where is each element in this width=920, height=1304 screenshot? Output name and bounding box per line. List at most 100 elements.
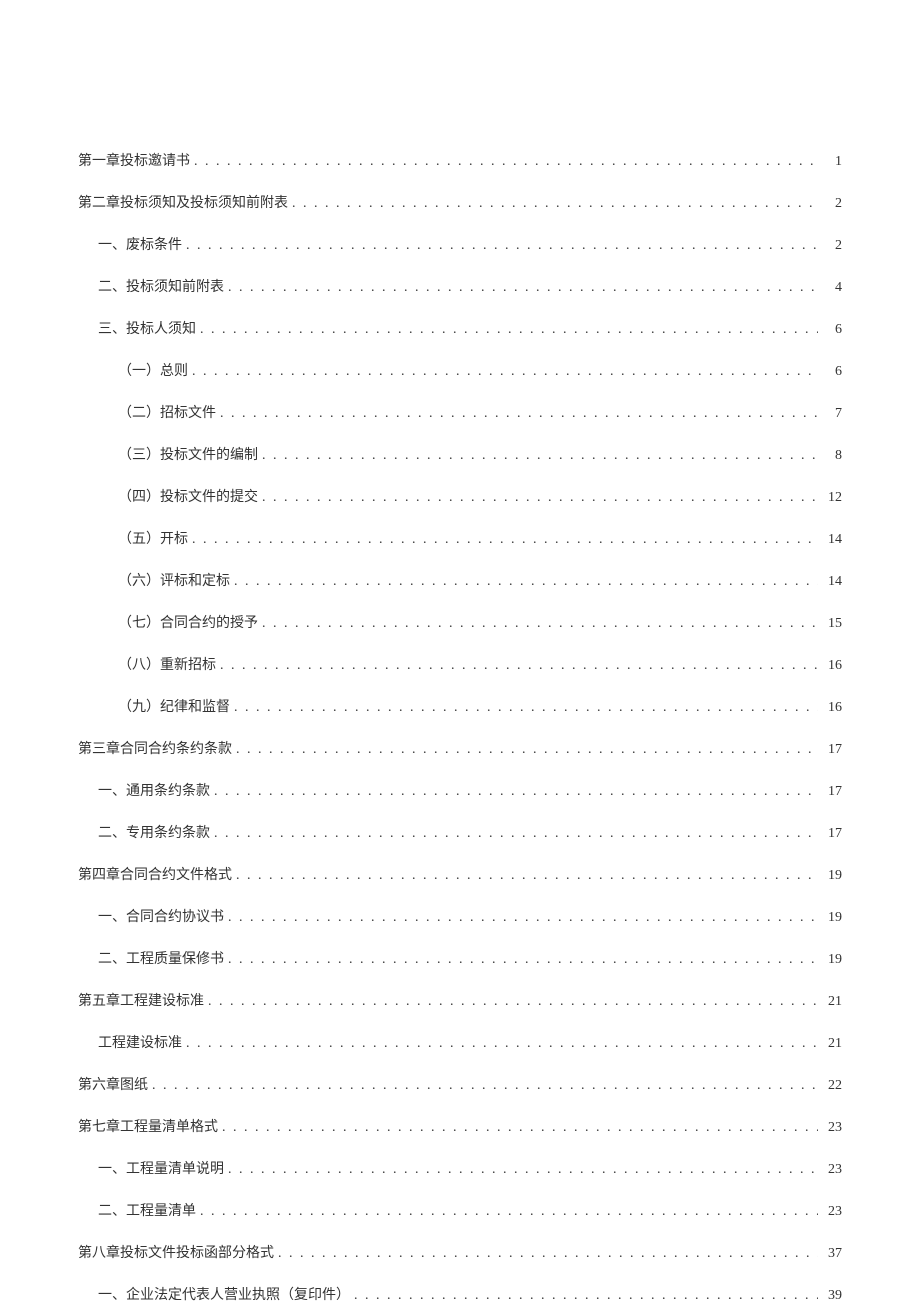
toc-entry-title: 一、合同合约协议书 xyxy=(98,906,224,926)
toc-entry[interactable]: （六）评标和定标 14 xyxy=(78,570,842,590)
toc-leader-dots xyxy=(262,616,818,632)
toc-leader-dots xyxy=(194,154,818,170)
toc-entry[interactable]: 一、废标条件 2 xyxy=(78,234,842,254)
toc-leader-dots xyxy=(262,448,818,464)
toc-entry-page: 23 xyxy=(822,1162,842,1178)
toc-entry[interactable]: 二、投标须知前附表4 xyxy=(78,276,842,296)
toc-entry-title: 第五章工程建设标准 xyxy=(78,990,204,1010)
toc-entry-page: 39 xyxy=(822,1288,842,1304)
toc-entry[interactable]: 三、投标人须知 6 xyxy=(78,318,842,338)
toc-entry-title: （五）开标 xyxy=(118,528,188,548)
toc-entry-title: 二、专用条约条款 xyxy=(98,822,210,842)
toc-entry-page: 16 xyxy=(822,700,842,716)
toc-entry[interactable]: 第一章投标邀请书 1 xyxy=(78,150,842,170)
toc-entry[interactable]: （四）投标文件的提交12 xyxy=(78,486,842,506)
toc-entry-title: 第一章投标邀请书 xyxy=(78,150,190,170)
toc-entry-page: 8 xyxy=(822,448,842,464)
toc-entry[interactable]: 第四章合同合约文件格式 19 xyxy=(78,864,842,884)
toc-entry[interactable]: 工程建设标准21 xyxy=(78,1032,842,1052)
table-of-contents: 第一章投标邀请书 1 第二章投标须知及投标须知前附表 2 一、废标条件 2 二、投标须知前附… xyxy=(78,150,842,1304)
toc-entry-page: 37 xyxy=(822,1246,842,1262)
toc-entry[interactable]: 一、企业法定代表人营业执照（复印件） 39 xyxy=(78,1284,842,1304)
toc-entry[interactable]: （一）总则 6 xyxy=(78,360,842,380)
toc-entry-title: 工程建设标准 xyxy=(98,1032,182,1052)
toc-entry-page: 6 xyxy=(822,364,842,380)
toc-leader-dots xyxy=(220,658,818,674)
toc-leader-dots xyxy=(200,1204,818,1220)
toc-entry-page: 17 xyxy=(822,784,842,800)
toc-leader-dots xyxy=(222,1120,818,1136)
toc-leader-dots xyxy=(292,196,818,212)
toc-entry[interactable]: 一、工程量清单说明 23 xyxy=(78,1158,842,1178)
toc-entry-title: 第三章合同合约条约条款 xyxy=(78,738,232,758)
toc-entry[interactable]: 第二章投标须知及投标须知前附表 2 xyxy=(78,192,842,212)
toc-leader-dots xyxy=(220,406,818,422)
toc-entry[interactable]: 第八章投标文件投标函部分格式 37 xyxy=(78,1242,842,1262)
toc-entry-title: （七）合同合约的授予 xyxy=(118,612,258,632)
toc-entry-page: 17 xyxy=(822,742,842,758)
toc-entry[interactable]: （三）投标文件的编制 8 xyxy=(78,444,842,464)
toc-entry-page: 2 xyxy=(822,238,842,254)
toc-entry[interactable]: 二、专用条约条款17 xyxy=(78,822,842,842)
toc-entry-title: 二、投标须知前附表 xyxy=(98,276,224,296)
toc-leader-dots xyxy=(236,742,818,758)
toc-entry-page: 6 xyxy=(822,322,842,338)
toc-entry-page: 2 xyxy=(822,196,842,212)
toc-entry[interactable]: （二）招标文件 7 xyxy=(78,402,842,422)
toc-entry-title: 第六章图纸 xyxy=(78,1074,148,1094)
toc-entry[interactable]: 第七章工程量清单格式 23 xyxy=(78,1116,842,1136)
toc-entry[interactable]: 第六章图纸 22 xyxy=(78,1074,842,1094)
toc-leader-dots xyxy=(228,910,818,926)
toc-entry-page: 23 xyxy=(822,1204,842,1220)
toc-entry-page: 22 xyxy=(822,1078,842,1094)
toc-leader-dots xyxy=(200,322,818,338)
toc-leader-dots xyxy=(228,280,818,296)
toc-leader-dots xyxy=(278,1246,818,1262)
toc-entry-page: 1 xyxy=(822,154,842,170)
toc-entry-title: 第七章工程量清单格式 xyxy=(78,1116,218,1136)
toc-leader-dots xyxy=(354,1288,818,1304)
toc-entry-title: （八）重新招标 xyxy=(118,654,216,674)
toc-entry[interactable]: 第五章工程建设标准21 xyxy=(78,990,842,1010)
toc-leader-dots xyxy=(234,700,818,716)
toc-entry-title: 三、投标人须知 xyxy=(98,318,196,338)
toc-entry-title: 二、工程质量保修书 xyxy=(98,948,224,968)
toc-entry-page: 7 xyxy=(822,406,842,422)
toc-entry-title: 第四章合同合约文件格式 xyxy=(78,864,232,884)
toc-leader-dots xyxy=(192,532,818,548)
toc-entry-page: 19 xyxy=(822,910,842,926)
toc-entry[interactable]: 一、合同合约协议书 19 xyxy=(78,906,842,926)
toc-entry-title: （四）投标文件的提交 xyxy=(118,486,258,506)
toc-entry-page: 14 xyxy=(822,532,842,548)
toc-entry-title: 一、企业法定代表人营业执照（复印件） xyxy=(98,1284,350,1304)
toc-entry-title: （二）招标文件 xyxy=(118,402,216,422)
toc-entry-title: 一、通用条约条款 xyxy=(98,780,210,800)
toc-entry-page: 14 xyxy=(822,574,842,590)
toc-entry-page: 19 xyxy=(822,868,842,884)
toc-leader-dots xyxy=(228,952,818,968)
toc-entry-title: （六）评标和定标 xyxy=(118,570,230,590)
toc-entry[interactable]: （七）合同合约的授予15 xyxy=(78,612,842,632)
toc-entry-page: 16 xyxy=(822,658,842,674)
toc-entry-title: （九）纪律和监督 xyxy=(118,696,230,716)
toc-entry-title: 第二章投标须知及投标须知前附表 xyxy=(78,192,288,212)
toc-entry-title: （一）总则 xyxy=(118,360,188,380)
toc-entry[interactable]: （五）开标 14 xyxy=(78,528,842,548)
toc-entry[interactable]: （九）纪律和监督 16 xyxy=(78,696,842,716)
toc-entry-title: （三）投标文件的编制 xyxy=(118,444,258,464)
toc-entry[interactable]: 二、工程质量保修书19 xyxy=(78,948,842,968)
toc-entry-title: 一、废标条件 xyxy=(98,234,182,254)
toc-leader-dots xyxy=(228,1162,818,1178)
toc-leader-dots xyxy=(152,1078,818,1094)
toc-entry-title: 一、工程量清单说明 xyxy=(98,1158,224,1178)
toc-leader-dots xyxy=(262,490,818,506)
toc-entry-title: 第八章投标文件投标函部分格式 xyxy=(78,1242,274,1262)
toc-entry[interactable]: 第三章合同合约条约条款 17 xyxy=(78,738,842,758)
toc-entry[interactable]: 一、通用条约条款 17 xyxy=(78,780,842,800)
toc-entry[interactable]: （八）重新招标 16 xyxy=(78,654,842,674)
toc-leader-dots xyxy=(186,1036,818,1052)
toc-entry[interactable]: 二、工程量清单23 xyxy=(78,1200,842,1220)
toc-leader-dots xyxy=(192,364,818,380)
toc-leader-dots xyxy=(214,784,818,800)
toc-entry-page: 23 xyxy=(822,1120,842,1136)
